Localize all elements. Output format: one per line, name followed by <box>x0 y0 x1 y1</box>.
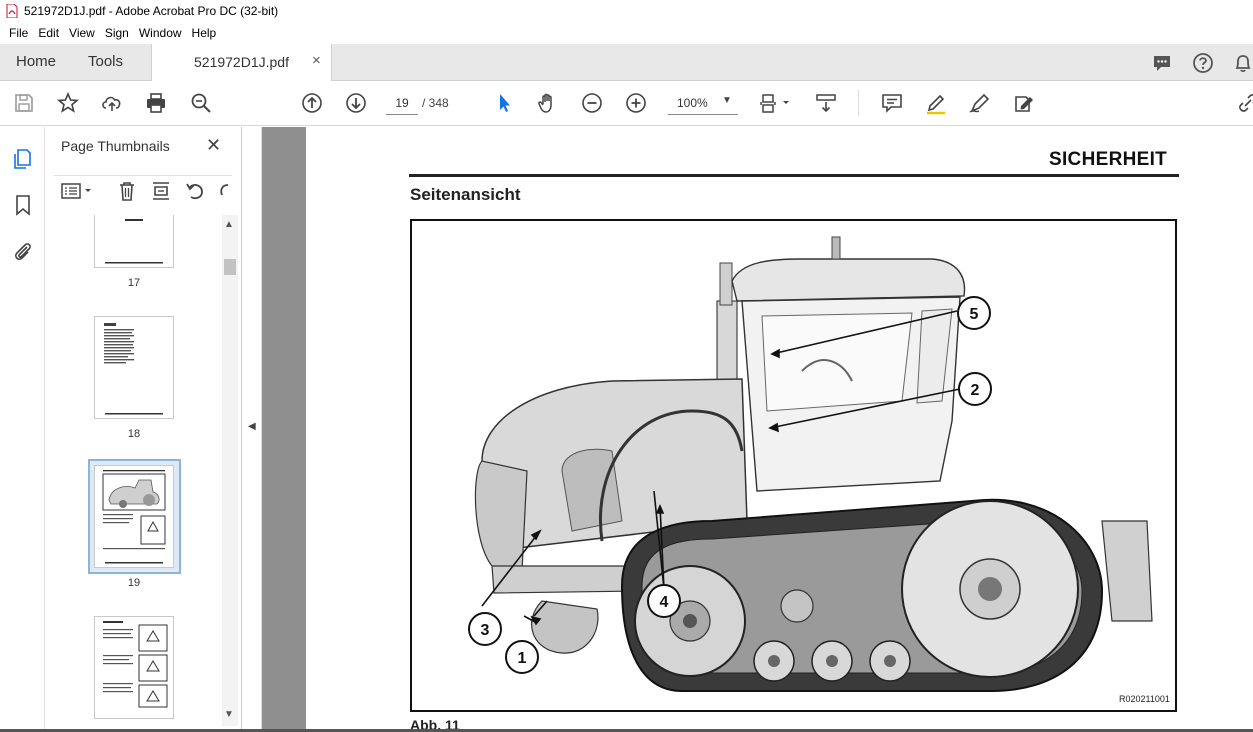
print-icon[interactable] <box>144 91 168 115</box>
comment-icon[interactable] <box>1151 52 1173 74</box>
page-subheading: Seitenansicht <box>410 185 521 204</box>
callout-4-label: 4 <box>660 594 669 611</box>
acrobat-window: 521972D1J.pdf - Adobe Acrobat Pro DC (32… <box>0 0 1253 732</box>
callout-3-label: 3 <box>481 622 490 639</box>
menu-bar: File Edit View Sign Window Help <box>0 22 1253 44</box>
figure-code: R020211001 <box>1119 694 1170 704</box>
menu-view[interactable]: View <box>64 26 100 40</box>
page-preview <box>105 219 163 264</box>
tractor-figure: 1 2 3 4 5 R020211001 <box>410 219 1177 712</box>
save-icon[interactable] <box>12 91 36 115</box>
collapse-arrow-icon[interactable]: ◀ <box>248 421 256 432</box>
thumbnail-label: 18 <box>127 428 141 440</box>
page-number-input[interactable] <box>386 91 418 115</box>
thumbnail-page[interactable] <box>94 316 174 419</box>
page-up-icon[interactable] <box>300 91 324 115</box>
comment-tool-icon[interactable] <box>880 91 904 115</box>
bookmark-icon[interactable] <box>11 193 35 217</box>
pdf-icon <box>6 4 18 18</box>
extract-icon[interactable] <box>150 180 172 202</box>
attachment-icon[interactable] <box>11 240 35 264</box>
scroll-mode-icon[interactable] <box>814 91 838 115</box>
delete-icon[interactable] <box>116 180 138 202</box>
menu-help[interactable]: Help <box>187 26 222 40</box>
chevron-down-icon: ▼ <box>722 95 732 106</box>
page-display-icon[interactable] <box>758 91 794 115</box>
page-total: / 348 <box>422 96 449 110</box>
pdf-page: SICHERHEIT Seitenansicht 1 2 3 4 5 R0202… <box>306 127 1253 732</box>
scrollbar-thumb[interactable] <box>224 259 236 275</box>
tab-tools[interactable]: Tools <box>88 53 123 70</box>
help-icon[interactable] <box>1192 52 1214 74</box>
options-icon[interactable] <box>60 180 96 202</box>
zoom-out-icon[interactable] <box>580 91 604 115</box>
page-down-icon[interactable] <box>344 91 368 115</box>
link-icon[interactable] <box>1236 91 1253 115</box>
hand-icon[interactable] <box>536 91 560 115</box>
pane-toolbar <box>54 175 232 203</box>
tractor-illustration: 1 2 3 4 5 <box>468 236 1153 692</box>
star-icon[interactable] <box>56 91 80 115</box>
pane-title: Page Thumbnails <box>61 138 170 154</box>
tab-document[interactable]: 521972D1J.pdf × <box>151 44 332 81</box>
thumbnail-scrollbar[interactable]: ▲ ▼ <box>222 215 238 726</box>
zoom-in-icon[interactable] <box>624 91 648 115</box>
scroll-down-icon[interactable]: ▼ <box>224 709 234 720</box>
undo-icon[interactable] <box>184 180 206 202</box>
thumbnails-icon[interactable] <box>11 147 35 171</box>
menu-edit[interactable]: Edit <box>33 26 64 40</box>
heading-rule <box>409 174 1179 177</box>
page-heading: SICHERHEIT <box>1049 149 1168 170</box>
zoom-search-icon[interactable] <box>189 91 213 115</box>
tab-bar: Home Tools 521972D1J.pdf × <box>0 44 1253 81</box>
tab-home[interactable]: Home <box>16 53 56 70</box>
thumbnail-list: 17 18 19 <box>46 215 224 732</box>
scroll-up-icon[interactable]: ▲ <box>224 219 234 230</box>
title-bar: 521972D1J.pdf - Adobe Acrobat Pro DC (32… <box>0 0 1253 22</box>
highlight-icon[interactable] <box>924 91 948 115</box>
menu-file[interactable]: File <box>4 26 33 40</box>
menu-window[interactable]: Window <box>134 26 187 40</box>
thumbnail-page[interactable] <box>94 616 174 719</box>
window-title: 521972D1J.pdf - Adobe Acrobat Pro DC (32… <box>24 4 279 18</box>
thumbnails-pane: Page Thumbnails ✕ 17 18 19 ▲ ▼ <box>46 127 242 732</box>
callout-2-label: 2 <box>971 382 980 399</box>
page-preview <box>102 470 166 564</box>
zoom-value: 100% <box>677 96 708 110</box>
toolbar-divider <box>858 90 859 116</box>
main-toolbar: / 348 100% ▼ <box>0 81 1253 126</box>
redact-icon[interactable] <box>1012 91 1036 115</box>
thumbnail-page[interactable] <box>94 215 174 268</box>
pane-close-button[interactable]: ✕ <box>206 135 221 156</box>
callout-5-label: 5 <box>970 306 979 323</box>
thumbnail-page[interactable] <box>94 465 174 568</box>
upload-icon[interactable] <box>100 91 124 115</box>
menu-sign[interactable]: Sign <box>100 26 134 40</box>
thumbnail-label: 19 <box>127 577 141 589</box>
page-preview <box>104 323 163 415</box>
page-preview <box>103 621 168 708</box>
pane-collapse-strip[interactable]: ◀ <box>242 127 262 732</box>
tab-document-label: 521972D1J.pdf <box>194 54 289 70</box>
left-rail <box>0 127 45 732</box>
select-cursor-icon[interactable] <box>492 91 516 115</box>
bell-icon[interactable] <box>1232 52 1253 74</box>
callout-1-label: 1 <box>518 650 527 667</box>
tab-close-button[interactable]: × <box>312 52 321 69</box>
redo-icon[interactable] <box>218 180 230 202</box>
fill-sign-icon[interactable] <box>968 91 992 115</box>
thumbnail-label: 17 <box>127 277 141 289</box>
document-viewport: SICHERHEIT Seitenansicht 1 2 3 4 5 R0202… <box>262 127 1253 732</box>
zoom-select[interactable]: 100% ▼ <box>668 91 738 115</box>
